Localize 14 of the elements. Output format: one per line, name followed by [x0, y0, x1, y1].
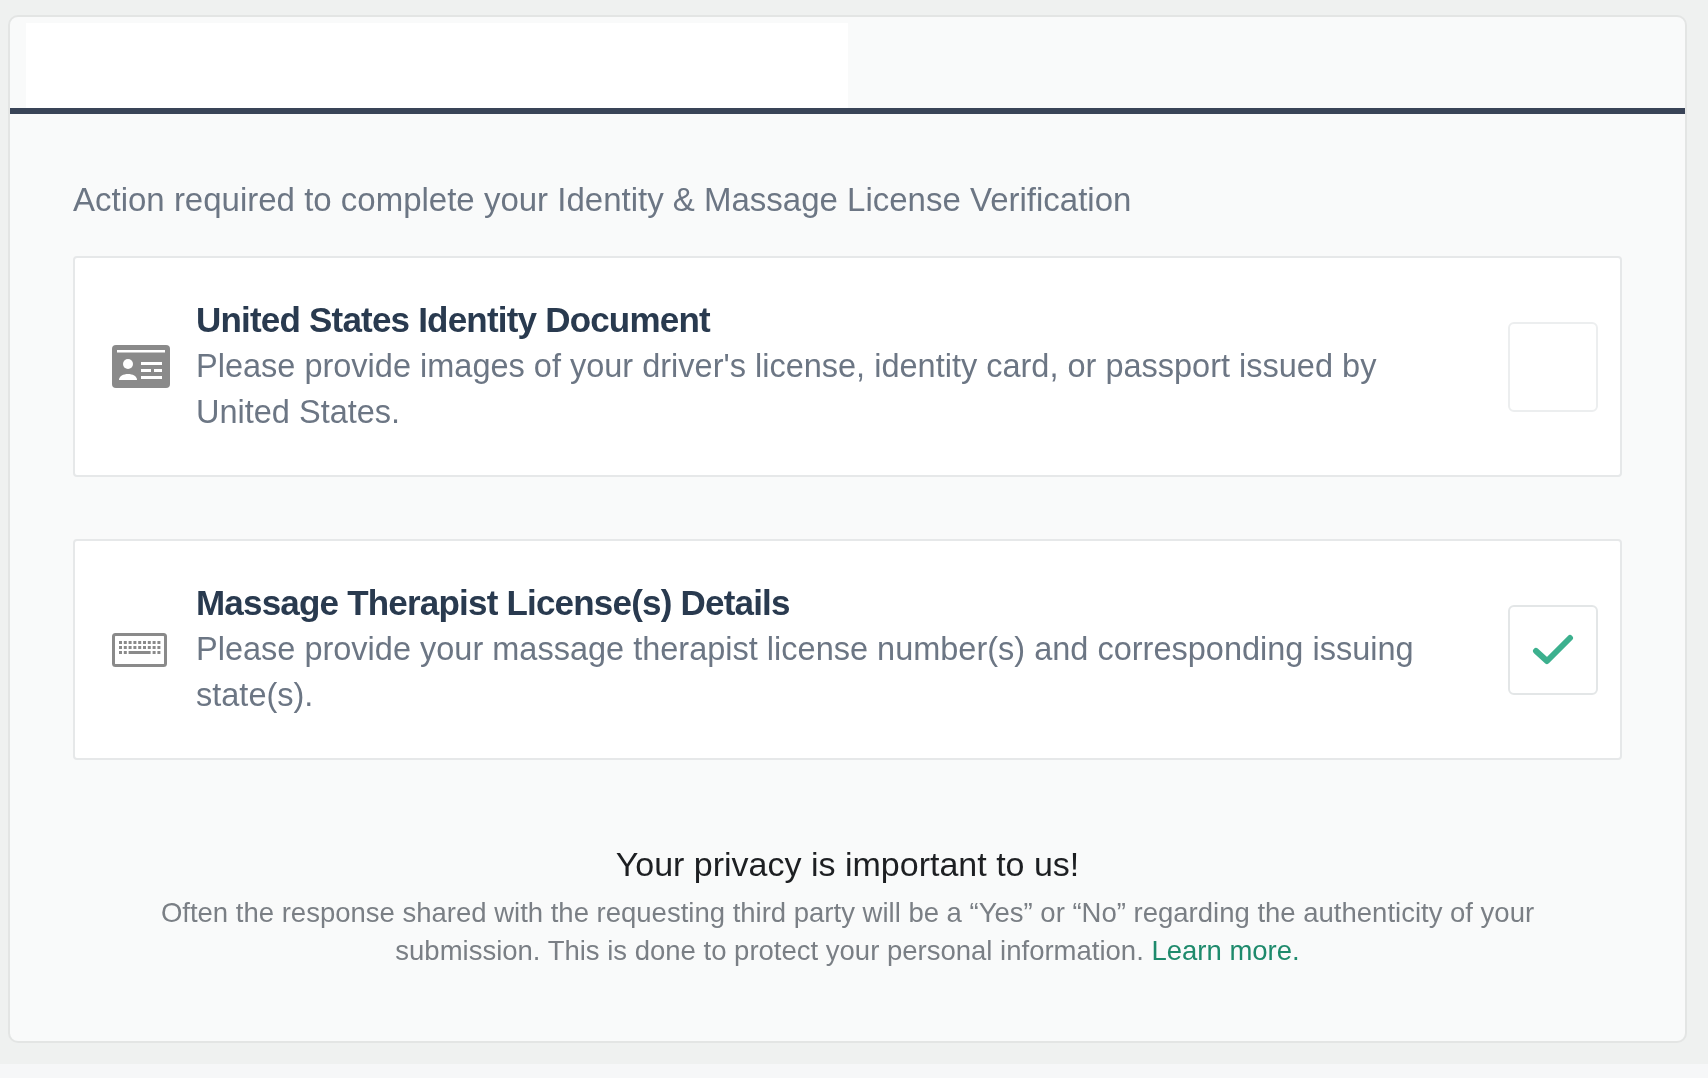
instruction-heading: Action required to complete your Identity & Massage License Verification: [73, 180, 1133, 220]
keyboard-icon: [112, 632, 167, 667]
id-card-icon: [112, 345, 170, 388]
privacy-title: Your privacy is important to us!: [615, 844, 1080, 884]
requirement-card[interactable]: Massage Therapist License(s) Details Please provide your massage therapist license number(s) and corresponding issuing state(s).: [73, 539, 1622, 760]
requirement-description: Please provide your massage therapist license number(s) and corresponding issuing state(s).: [196, 629, 1415, 715]
requirement-title: United States Identity Document: [196, 298, 712, 341]
checkbox[interactable]: [1508, 604, 1598, 695]
learn-more-link[interactable]: Learn more.: [1151, 935, 1300, 966]
requirement-description: Please provide images of your driver's license, identity card, or passport issued by United States.: [196, 346, 1378, 432]
check-icon: [1532, 633, 1574, 666]
requirement-title: Massage Therapist License(s) Details: [196, 581, 791, 624]
privacy-note: Often the response shared with the requesting third party will be a “Yes” or “No” regarding the authenticity of your submission. This is done to protect your personal information. Learn more.: [159, 896, 1536, 968]
requirement-card[interactable]: United States Identity Document Please provide images of your driver's license, identity card, or passport issued by United States.: [73, 256, 1622, 477]
